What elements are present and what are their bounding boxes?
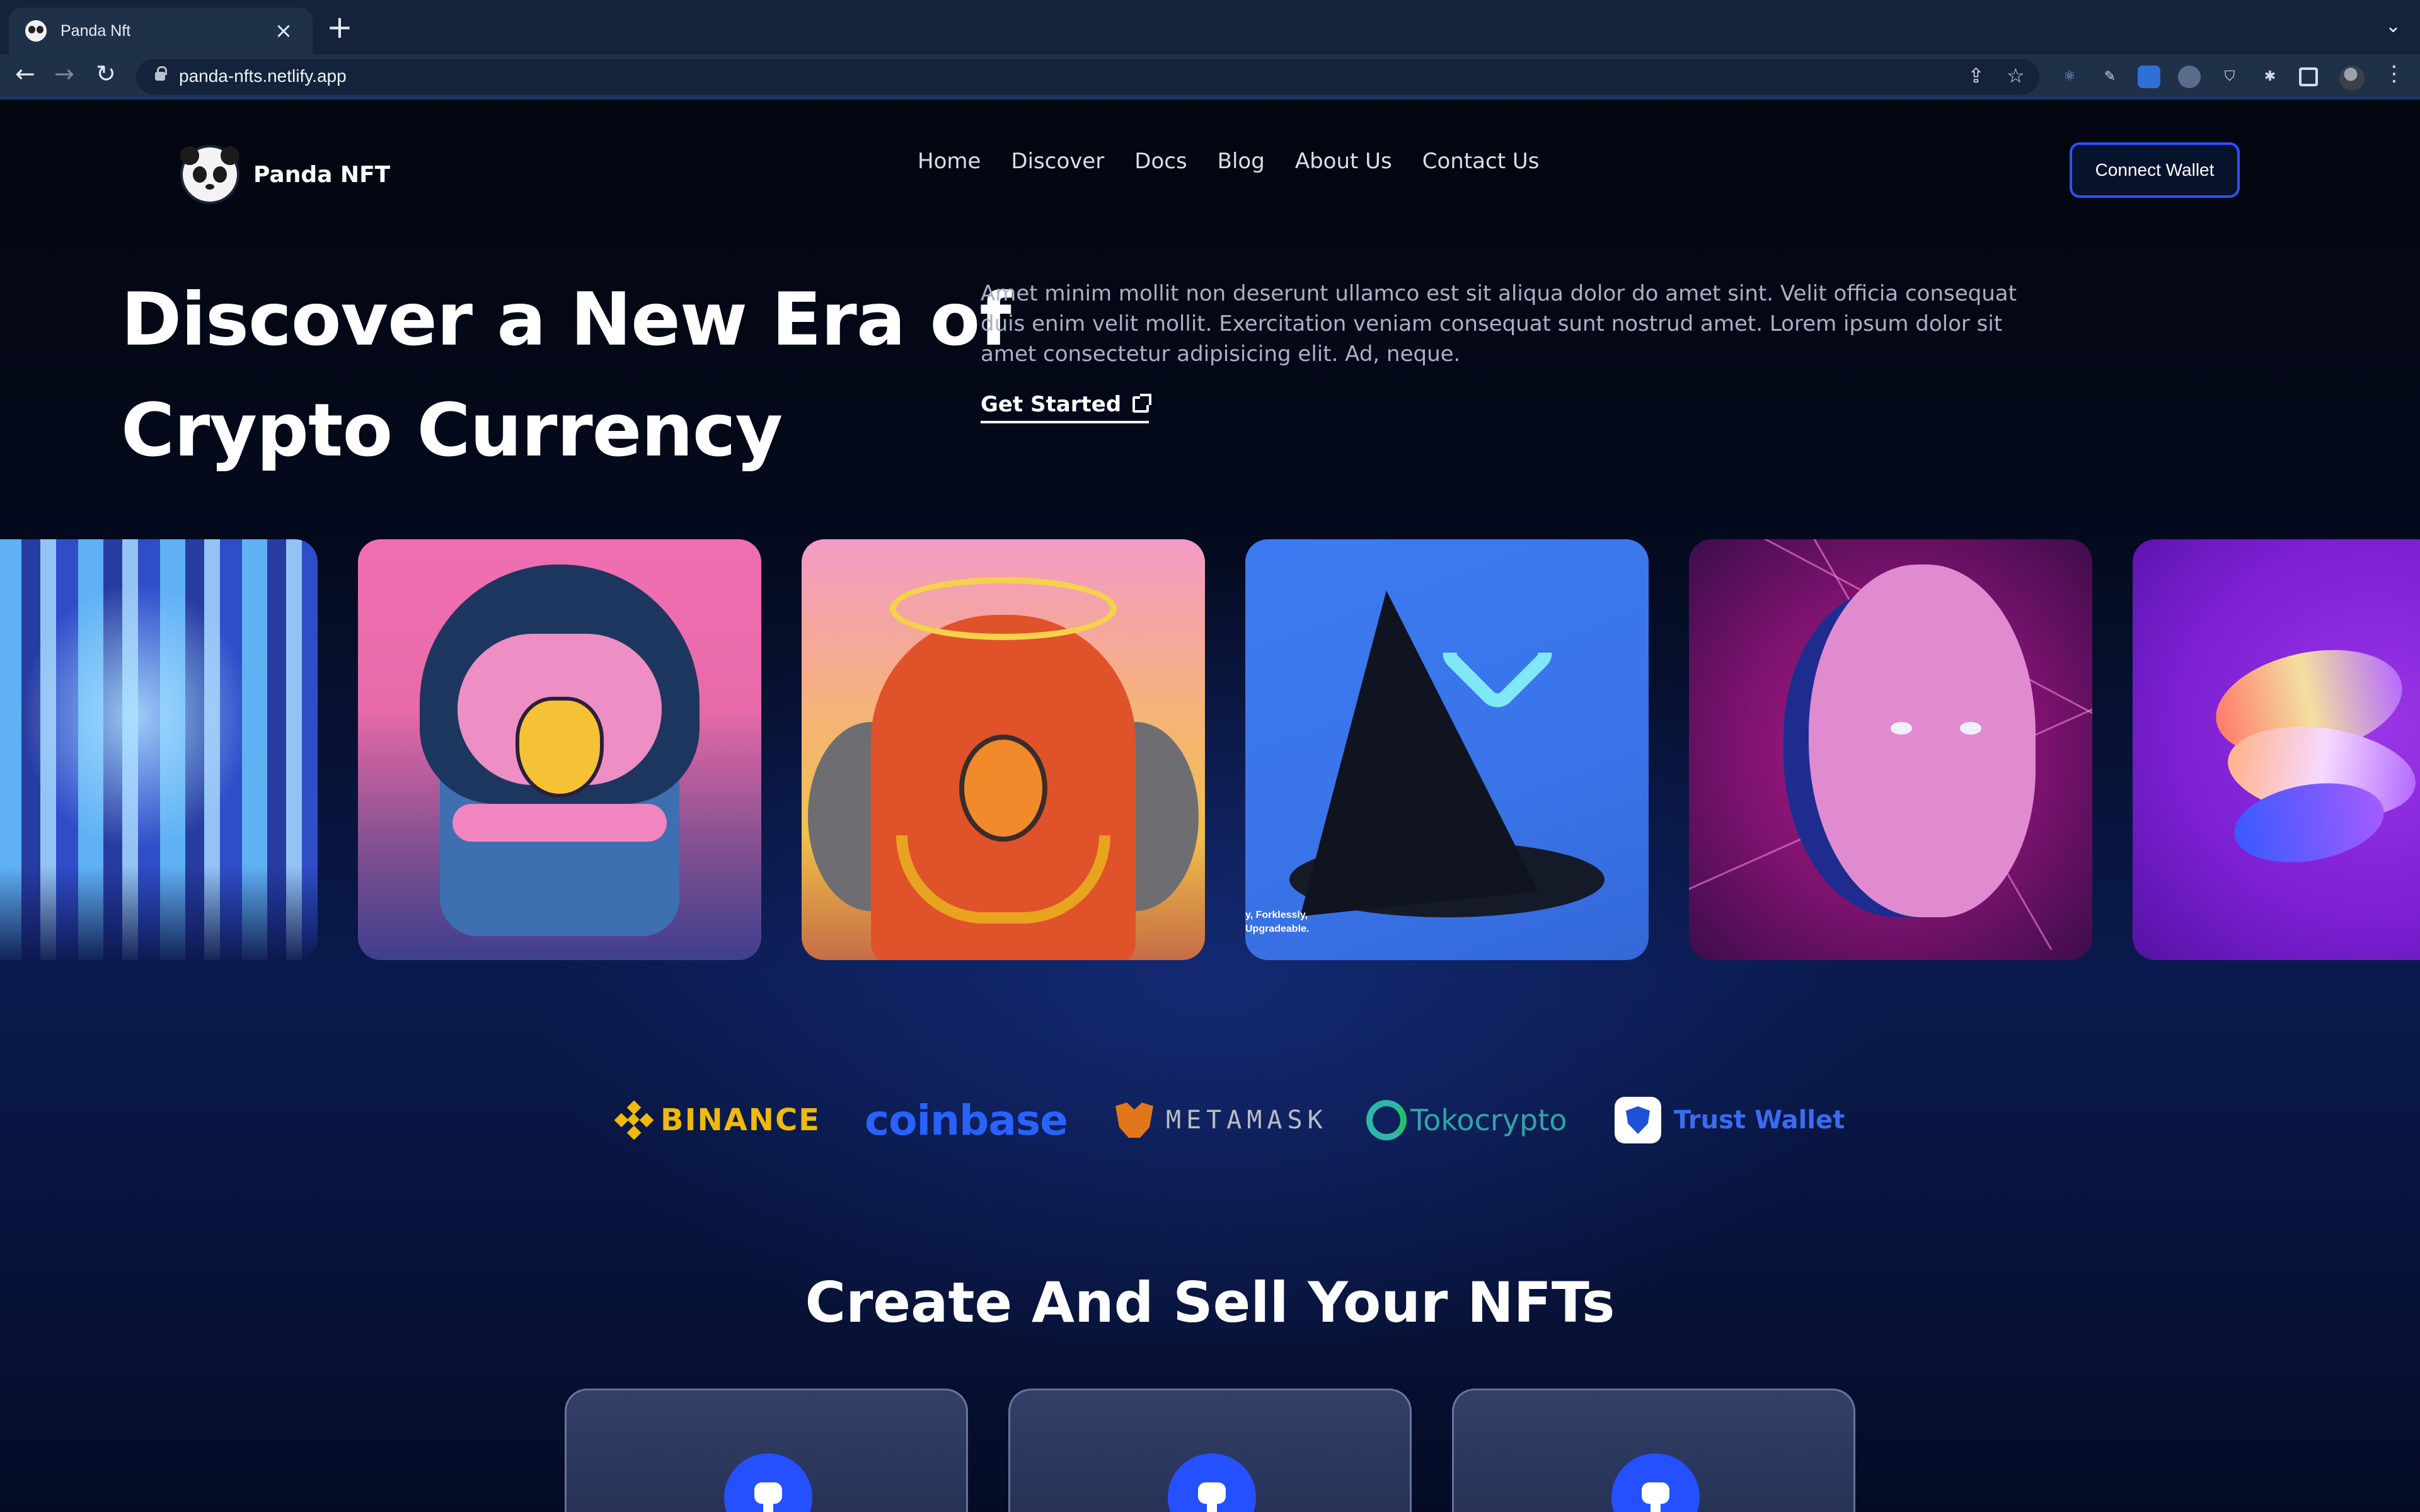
metamask-label: METAMASK — [1166, 1106, 1328, 1135]
feature-card-3[interactable] — [1452, 1389, 1855, 1512]
browser-toolbar: ← → ↻ panda-nfts.netlify.app ⇪ ☆ ⚛ ✎ ⛉ ✱… — [0, 54, 2420, 100]
trust-wallet-shield-icon — [1615, 1097, 1661, 1143]
hero-title-line-1: Discover a New Era of — [121, 277, 1011, 362]
binance-logo-icon — [614, 1100, 654, 1140]
nft-card-diamond-helmet[interactable] — [0, 539, 318, 960]
monitor-icon — [1611, 1453, 1700, 1512]
url-text[interactable]: panda-nfts.netlify.app — [179, 66, 347, 86]
pen-extension-icon[interactable]: ✎ — [2099, 66, 2121, 88]
browser-tab-bar: Panda Nft × + ⌄ — [0, 0, 2420, 54]
feature-card-1[interactable] — [565, 1389, 968, 1512]
get-started-label: Get Started — [981, 392, 1122, 417]
partner-logos: BINANCE coinbase METAMASK Tokocrypto Tru… — [0, 1089, 2420, 1152]
brand-name: Panda NFT — [253, 161, 391, 188]
side-panel-icon[interactable] — [2299, 67, 2318, 86]
trust-wallet-label: Trust Wallet — [1674, 1106, 1845, 1135]
nft-card-purple-abstract[interactable] — [2133, 539, 2420, 960]
cone-caption: y, Forklessly, Upgradeable. — [1245, 908, 1309, 936]
get-started-link[interactable]: Get Started — [981, 392, 1152, 423]
share-icon[interactable]: ⇪ — [1968, 66, 1985, 86]
back-arrow-icon[interactable]: ← — [15, 62, 35, 86]
nav-about-us[interactable]: About Us — [1295, 149, 1392, 174]
puzzle-extensions-icon[interactable]: ✱ — [2259, 66, 2281, 88]
nft-card-black-cone[interactable]: y, Forklessly, Upgradeable. — [1245, 539, 1649, 960]
bookmark-star-icon[interactable]: ☆ — [2007, 66, 2025, 86]
fi-extension-icon[interactable] — [2138, 66, 2160, 88]
external-link-icon — [1132, 394, 1152, 413]
close-tab-icon[interactable]: × — [271, 20, 296, 42]
panda-logo-icon — [180, 146, 239, 202]
reload-icon[interactable]: ↻ — [96, 62, 116, 86]
tokocrypto-logo-icon — [1366, 1100, 1407, 1140]
tab-search-chevron-icon[interactable]: ⌄ — [2385, 15, 2401, 37]
forward-arrow-icon[interactable]: → — [54, 62, 74, 86]
partner-trust-wallet: Trust Wallet — [1615, 1089, 1845, 1152]
nav-blog[interactable]: Blog — [1218, 149, 1265, 174]
hero-title: Discover a New Era of Crypto Currency — [121, 265, 1035, 486]
partner-coinbase: coinbase — [865, 1089, 1068, 1152]
new-tab-button[interactable]: + — [326, 11, 353, 43]
nft-card-pink-statue[interactable] — [1689, 539, 2092, 960]
react-devtools-icon[interactable]: ⚛ — [2058, 66, 2081, 88]
partner-metamask: METAMASK — [1115, 1089, 1328, 1152]
nft-card-red-bird[interactable] — [802, 539, 1205, 960]
feature-card-2[interactable] — [1008, 1389, 1412, 1512]
tab-title: Panda Nft — [60, 21, 131, 40]
partner-binance: BINANCE — [614, 1089, 821, 1152]
monitor-icon — [1168, 1453, 1256, 1512]
metamask-fox-icon — [1115, 1102, 1153, 1138]
tokocrypto-label: Tokocrypto — [1410, 1103, 1567, 1137]
main-nav: Home Discover Docs Blog About Us Contact… — [918, 149, 1539, 174]
hero-description: Amet minim mollit non deserunt ullamco e… — [981, 281, 2017, 367]
section-title: Create And Sell Your NFTs — [805, 1270, 1615, 1335]
nft-card-blue-bird[interactable] — [358, 539, 761, 960]
browser-menu-icon[interactable]: ⋮ — [2383, 63, 2405, 84]
coinbase-label: coinbase — [865, 1096, 1068, 1145]
profile-avatar[interactable] — [2339, 66, 2365, 91]
cone-caption-line-2: Upgradeable. — [1245, 924, 1310, 934]
nav-contact-us[interactable]: Contact Us — [1422, 149, 1540, 174]
shield-extension-icon[interactable]: ⛉ — [2218, 66, 2241, 88]
browser-tab[interactable]: Panda Nft × — [9, 8, 313, 54]
page: Panda NFT Home Discover Docs Blog About … — [0, 101, 2420, 1512]
nav-home[interactable]: Home — [918, 149, 981, 174]
nav-discover[interactable]: Discover — [1011, 149, 1104, 174]
partner-tokocrypto: Tokocrypto — [1366, 1089, 1567, 1152]
color-extension-icon[interactable] — [2178, 66, 2201, 88]
monitor-icon — [724, 1453, 812, 1512]
connect-wallet-button[interactable]: Connect Wallet — [2070, 142, 2240, 198]
lock-icon[interactable] — [155, 66, 167, 81]
panda-favicon-icon — [25, 20, 47, 42]
nav-docs[interactable]: Docs — [1134, 149, 1187, 174]
address-bar[interactable]: panda-nfts.netlify.app ⇪ ☆ — [136, 59, 2039, 94]
brand[interactable]: Panda NFT — [180, 146, 391, 202]
hero-title-line-2: Crypto Currency — [121, 388, 783, 473]
cone-caption-line-1: y, Forklessly, — [1245, 910, 1308, 920]
binance-label: BINANCE — [660, 1102, 821, 1138]
